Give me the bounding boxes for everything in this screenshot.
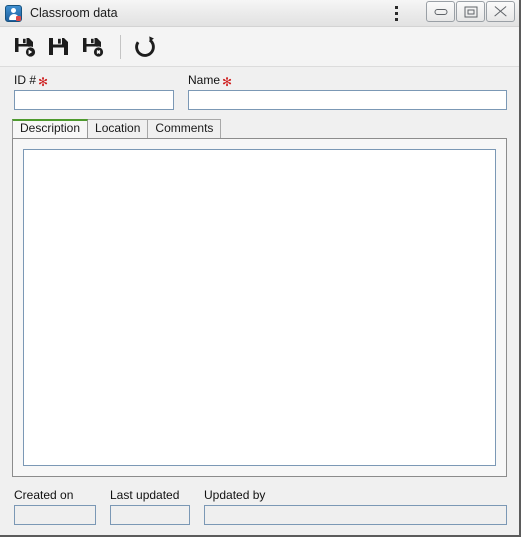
minimize-icon <box>434 8 447 15</box>
application-window: Classroom data ID # ✻ Name ✻ Description… <box>0 0 521 537</box>
name-label-text: Name <box>188 73 221 87</box>
title-bar: Classroom data <box>0 0 519 27</box>
tab-strip: Description Location Comments <box>12 119 519 138</box>
tab-location-label: Location <box>95 121 141 135</box>
restore-button[interactable] <box>456 1 485 22</box>
tab-description-label: Description <box>20 121 81 135</box>
updated-by-group: Updated by <box>204 489 507 525</box>
save-add-icon <box>15 37 36 57</box>
last-updated-label: Last updated <box>110 488 180 502</box>
save-button[interactable] <box>44 32 74 62</box>
save-and-close-button[interactable] <box>78 32 108 62</box>
updated-by-input <box>204 505 507 525</box>
tab-comments-label: Comments <box>155 121 214 135</box>
id-label-text: ID # <box>14 73 37 87</box>
id-field-label: ID # ✻ <box>14 73 174 89</box>
toolbar <box>0 27 519 67</box>
save-close-icon <box>83 37 104 57</box>
tab-location[interactable]: Location <box>87 119 149 138</box>
created-on-label: Created on <box>14 488 74 502</box>
required-marker-icon: ✻ <box>222 74 233 89</box>
name-field-group: Name ✻ <box>188 74 507 110</box>
window-controls <box>426 1 515 22</box>
last-updated-input <box>110 505 190 525</box>
description-textarea[interactable] <box>23 149 496 466</box>
tab-comments[interactable]: Comments <box>147 119 222 138</box>
created-on-input <box>14 505 96 525</box>
id-input[interactable] <box>14 90 174 110</box>
name-field-label: Name ✻ <box>188 73 507 89</box>
tab-panel-description <box>12 138 507 477</box>
id-field-group: ID # ✻ <box>14 74 174 110</box>
window-title: Classroom data <box>30 6 118 20</box>
app-user-icon <box>5 4 22 22</box>
toolbar-separator <box>120 34 121 59</box>
primary-fields-row: ID # ✻ Name ✻ <box>0 67 519 110</box>
save-and-new-button[interactable] <box>10 32 40 62</box>
refresh-button[interactable] <box>130 32 160 62</box>
overflow-menu-icon[interactable] <box>390 4 402 23</box>
save-icon <box>49 37 68 55</box>
minimize-button[interactable] <box>426 1 455 22</box>
close-icon <box>494 6 507 17</box>
audit-fields-row: Created on Last updated Updated by <box>0 477 519 535</box>
last-updated-group: Last updated <box>110 489 190 525</box>
refresh-icon <box>135 35 155 57</box>
updated-by-label: Updated by <box>204 488 266 502</box>
close-button[interactable] <box>486 1 515 22</box>
required-marker-icon: ✻ <box>38 74 49 89</box>
tab-description[interactable]: Description <box>12 119 89 138</box>
created-on-group: Created on <box>14 489 96 525</box>
name-input[interactable] <box>188 90 507 110</box>
